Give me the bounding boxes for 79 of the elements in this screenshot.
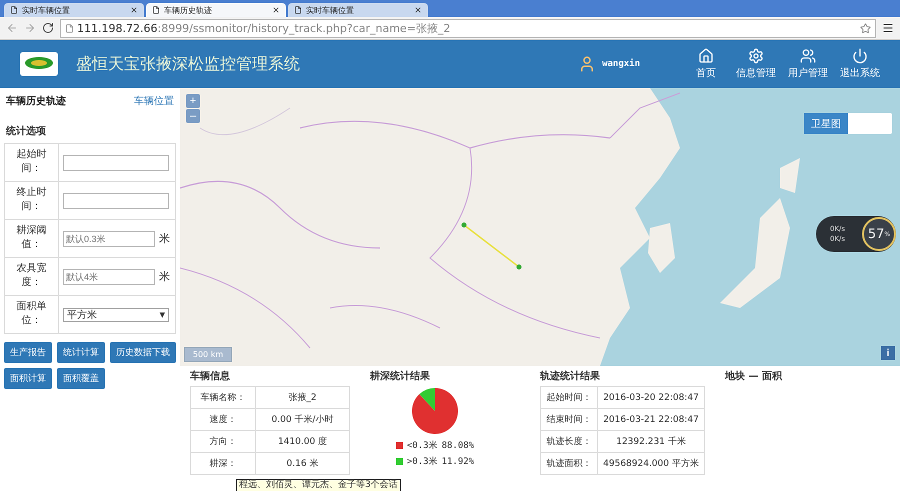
legend-label: >0.3米 bbox=[406, 456, 438, 468]
field-label: 终止时间： bbox=[5, 182, 59, 219]
zoom-in-button[interactable]: + bbox=[186, 94, 200, 108]
page-icon bbox=[294, 6, 302, 14]
legend-value: 11.92% bbox=[442, 456, 474, 466]
section-title: 车辆信息 bbox=[190, 369, 231, 383]
page-icon bbox=[10, 6, 18, 14]
table-cell-text: 结束时间： bbox=[546, 414, 592, 427]
close-icon[interactable] bbox=[272, 6, 280, 14]
action-button[interactable]: 历史数据下载 bbox=[110, 342, 176, 363]
nav-link[interactable]: 用户管理 bbox=[788, 48, 828, 80]
action-button[interactable]: 统计计算 bbox=[57, 342, 105, 363]
input-field[interactable] bbox=[63, 192, 169, 208]
users-icon bbox=[800, 48, 816, 64]
tooltip: 程远、刘佰灵、谭元杰、金子等3个会话 bbox=[236, 479, 401, 491]
table-cell: 0.16 米 bbox=[255, 453, 349, 474]
table-cell: 2016-03-20 22:08:47 bbox=[597, 387, 704, 408]
settings-icon bbox=[748, 48, 764, 64]
address-field[interactable]: 111.198.72.66:8999/ssmonitor/history_track.php?car_name=张掖_2 bbox=[60, 18, 876, 38]
input-field[interactable]: 默认0.3米 bbox=[63, 230, 155, 246]
table-cell-text: 耕深： bbox=[208, 458, 238, 471]
legend-value: 88.08% bbox=[442, 440, 474, 450]
page-icon bbox=[152, 6, 160, 14]
unit-label: 米 bbox=[159, 231, 170, 246]
close-icon[interactable] bbox=[130, 6, 138, 14]
table-cell: 1410.00 度 bbox=[255, 431, 349, 452]
section-title: 地块 — 面积 bbox=[725, 370, 784, 383]
app-title: 盛恒天宝张掖深松监控管理系统 bbox=[76, 54, 301, 74]
input-field[interactable] bbox=[63, 154, 169, 170]
nav-link[interactable]: 信息管理 bbox=[736, 48, 776, 80]
field-label: 面积单位： bbox=[5, 296, 59, 333]
vehicle-position-link[interactable]: 车辆位置 bbox=[134, 94, 174, 108]
page-icon bbox=[65, 24, 74, 32]
table-cell-text: 速度： bbox=[208, 414, 238, 427]
url-text: 111.198.72.66:8999/ssmonitor/history_track.php?car_name=张掖_2 bbox=[77, 20, 450, 36]
close-icon[interactable] bbox=[414, 6, 422, 14]
track-line bbox=[461, 222, 523, 272]
satellite-layer-button[interactable]: 卫星图 bbox=[804, 113, 892, 134]
tab-title: 实时车辆位置 bbox=[22, 4, 71, 16]
section-title: 轨迹统计结果 bbox=[540, 369, 601, 383]
action-button[interactable]: 面积计算 bbox=[4, 368, 52, 389]
table-cell: 0.00 千米/小时 bbox=[255, 409, 349, 430]
section-title: 统计选项 bbox=[6, 124, 47, 138]
browser-tab[interactable]: 车辆历史轨迹 bbox=[146, 3, 286, 17]
tab-title: 实时车辆位置 bbox=[306, 4, 355, 16]
table-cell-text: 起始时间： bbox=[546, 392, 592, 405]
table-cell: 张掖_2 bbox=[255, 387, 349, 408]
tab-title: 车辆历史轨迹 bbox=[164, 4, 213, 16]
bookmark-star-icon[interactable] bbox=[860, 22, 871, 34]
power-icon bbox=[852, 48, 868, 64]
table-cell: 12392.231 千米 bbox=[597, 431, 704, 452]
table-cell-text: 轨迹面积： bbox=[546, 458, 592, 471]
field-label: 农具宽度： bbox=[5, 258, 59, 295]
unit-label: 米 bbox=[159, 269, 170, 284]
table-cell-text: 车辆名称： bbox=[200, 392, 246, 405]
browser-tab[interactable]: 实时车辆位置 bbox=[4, 3, 144, 17]
action-button[interactable]: 生产报告 bbox=[4, 342, 52, 363]
field-label: 起始时间： bbox=[5, 144, 59, 181]
legend-label: <0.3米 bbox=[406, 440, 438, 452]
table-cell: 49568924.000 平方米 bbox=[597, 453, 704, 474]
scale-bar: 500 km bbox=[184, 347, 232, 362]
table-cell: 2016-03-21 22:08:47 bbox=[597, 409, 704, 430]
input-field[interactable]: 默认4米 bbox=[63, 268, 155, 284]
nav-link[interactable]: 退出系统 bbox=[840, 48, 880, 80]
table-cell-text: 方向： bbox=[208, 436, 238, 449]
field-label: 耕深阈值： bbox=[5, 220, 59, 257]
panel-title: 车辆历史轨迹 bbox=[6, 94, 66, 108]
section-title: 耕深统计结果 bbox=[370, 370, 430, 383]
user-name: wangxin bbox=[602, 59, 640, 69]
logo-icon bbox=[20, 52, 58, 76]
info-button[interactable]: i bbox=[881, 346, 895, 360]
home-icon bbox=[698, 48, 714, 64]
nav-link[interactable]: 首页 bbox=[688, 48, 724, 80]
menu-icon[interactable] bbox=[882, 22, 894, 34]
reload-icon[interactable] bbox=[42, 22, 54, 34]
action-button[interactable]: 面积覆盖 bbox=[57, 368, 105, 389]
browser-tab[interactable]: 实时车辆位置 bbox=[288, 3, 428, 17]
zoom-out-button[interactable]: – bbox=[186, 109, 200, 123]
table-cell-text: 轨迹长度： bbox=[546, 436, 592, 449]
